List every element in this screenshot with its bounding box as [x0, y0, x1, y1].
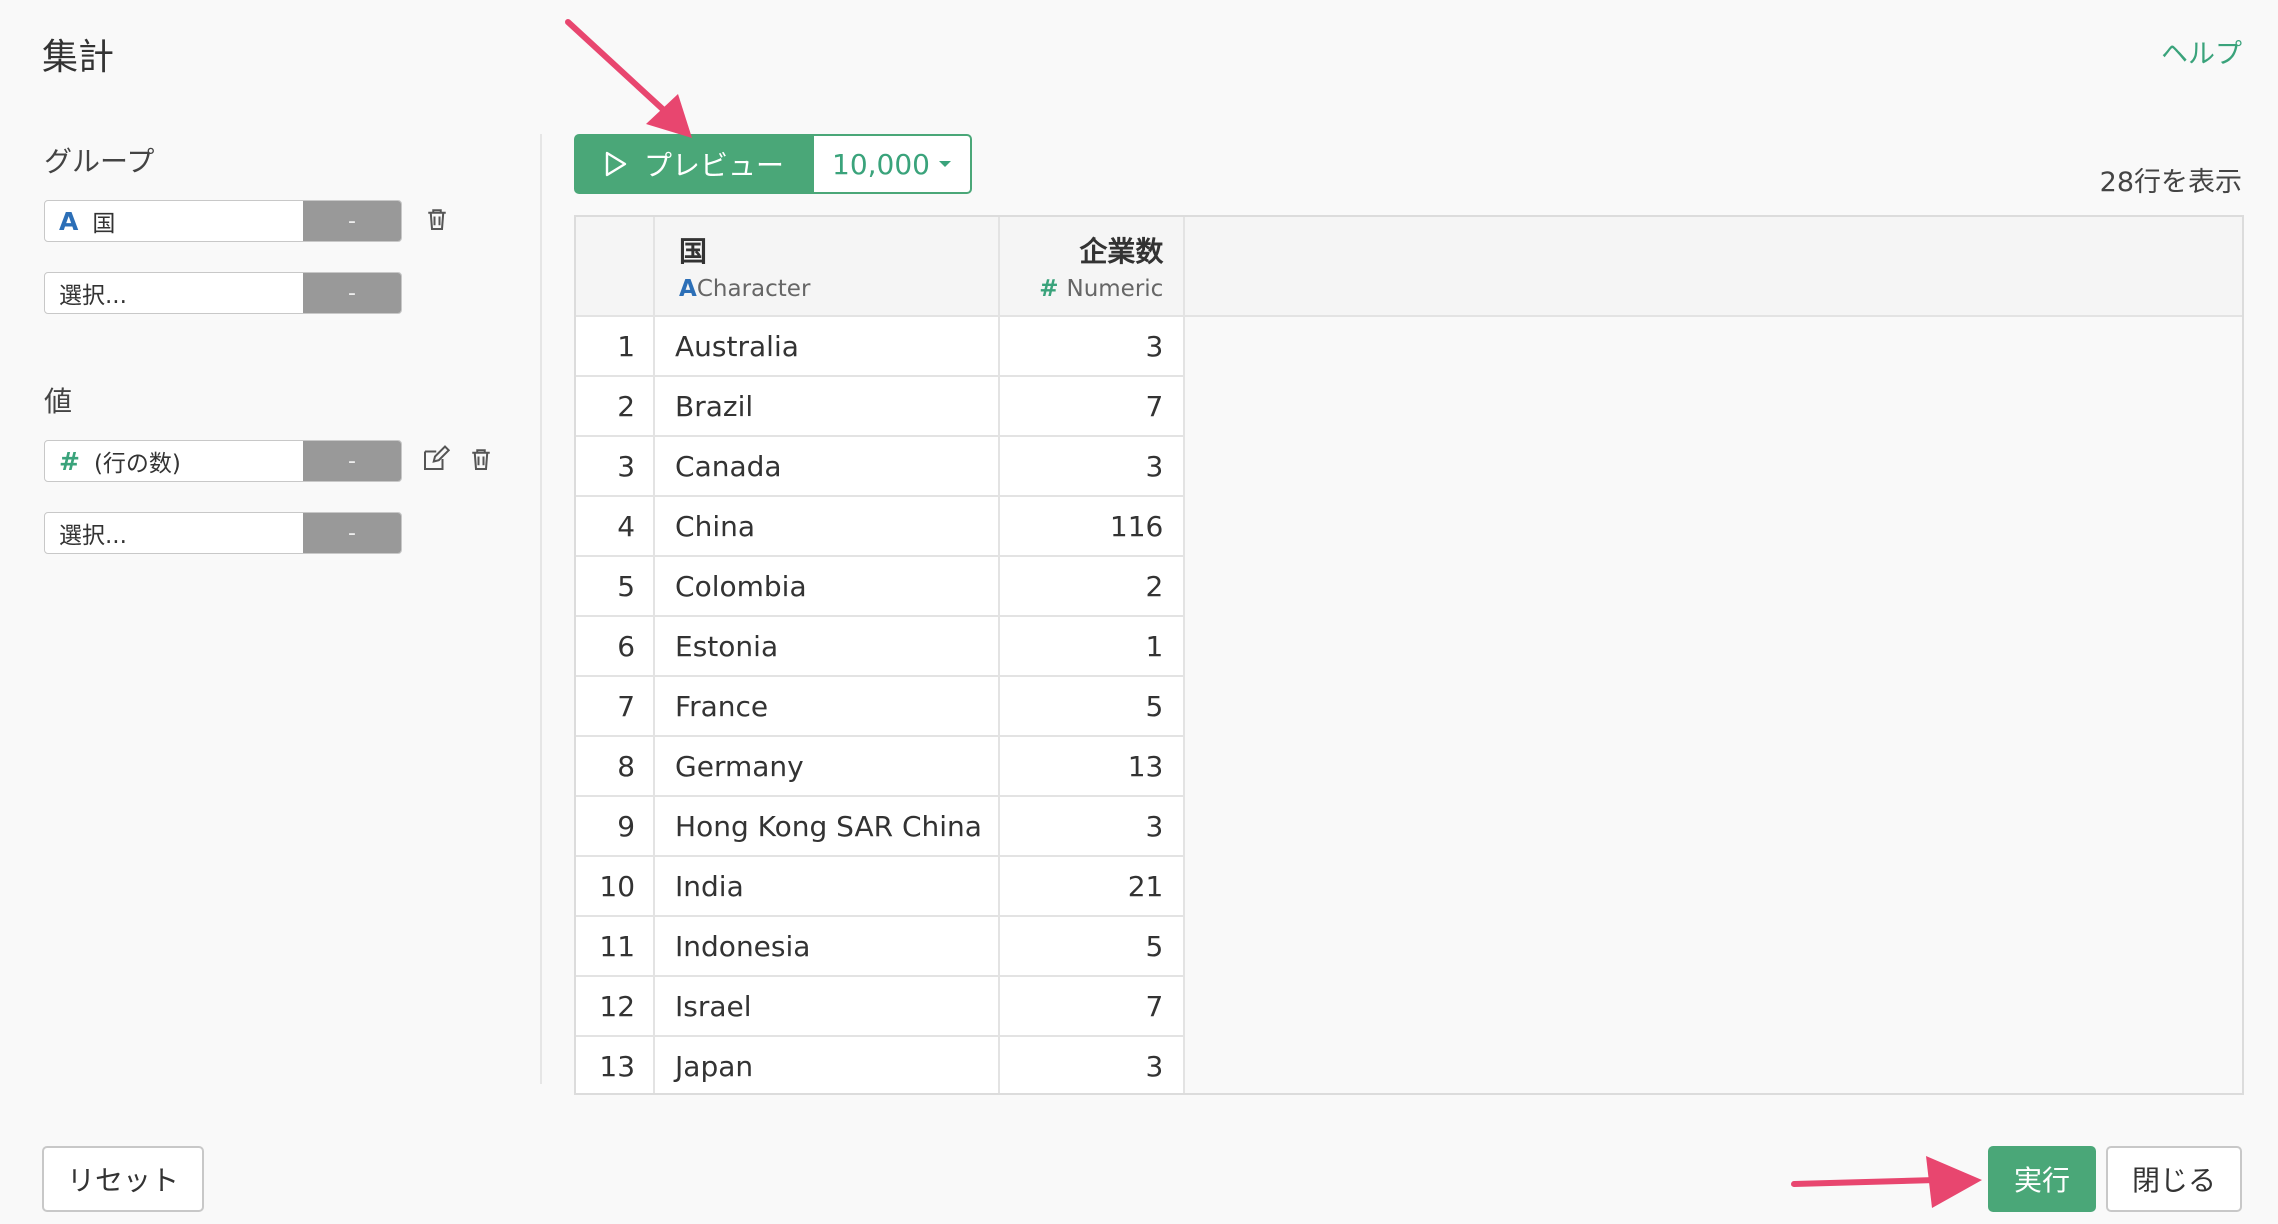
table-row: 1 Australia 3 — [576, 316, 2242, 1093]
country-cell: Estonia — [654, 616, 1000, 677]
trash-icon[interactable] — [466, 444, 496, 474]
company-count-cell: 5 — [999, 916, 1186, 977]
company-count-cell: 13 — [999, 736, 1186, 797]
value-field-dash-button[interactable]: - — [303, 441, 401, 481]
group-select-field[interactable]: 選択... - — [44, 272, 402, 314]
empty-header — [1184, 217, 2242, 317]
group-section-label: グループ — [44, 145, 155, 178]
page-title: 集計 — [42, 37, 115, 78]
country-cell: Germany — [654, 736, 1000, 797]
group-select-dash-button[interactable]: - — [303, 273, 401, 313]
row-index: 6 — [576, 616, 656, 677]
country-cell: Japan — [654, 1036, 1000, 1093]
panel-divider — [540, 134, 542, 1084]
group-field-value: 国 — [92, 211, 116, 237]
column-type: # Numeric — [1001, 276, 1163, 302]
row-index: 13 — [576, 1036, 656, 1093]
close-button[interactable]: 閉じる — [2106, 1146, 2242, 1212]
country-cell: Australia — [654, 316, 1000, 377]
row-index: 7 — [576, 676, 656, 737]
group-select-placeholder: 選択... — [59, 283, 127, 309]
edit-icon[interactable] — [420, 444, 451, 474]
caret-down-icon — [938, 161, 951, 167]
preview-button[interactable]: プレビュー — [574, 134, 814, 194]
value-select-dash-button[interactable]: - — [303, 513, 401, 553]
country-cell: France — [654, 676, 1000, 737]
reset-button[interactable]: リセット — [42, 1146, 204, 1212]
annotation-arrow-icon — [565, 19, 692, 138]
preview-table: 国 ACharacter 企業数 # Numeric 1 Australia 3 2 Br… — [574, 215, 2244, 1095]
column-name: 企業数 — [1079, 235, 1164, 268]
value-select-field[interactable]: 選択... - — [44, 512, 402, 554]
trash-icon[interactable] — [422, 204, 452, 234]
company-count-cell: 3 — [999, 316, 1186, 377]
run-button[interactable]: 実行 — [1988, 1146, 2096, 1212]
country-cell: Indonesia — [654, 916, 1000, 977]
row-count-text: 28行を表示 — [2099, 167, 2242, 198]
preview-toolbar: プレビュー 10,000 — [574, 134, 972, 194]
company-count-cell: 3 — [999, 796, 1186, 857]
column-type: ACharacter — [679, 276, 997, 302]
row-index: 8 — [576, 736, 656, 797]
country-cell: Israel — [654, 976, 1000, 1037]
company-count-cell: 3 — [999, 436, 1186, 497]
empty-area — [1184, 316, 2242, 1093]
row-limit-value: 10,000 — [832, 147, 930, 181]
company-count-cell: 7 — [999, 976, 1186, 1037]
country-cell: Hong Kong SAR China — [654, 796, 1000, 857]
column-name: 国 — [679, 235, 708, 268]
country-cell: India — [654, 856, 1000, 917]
country-cell: Colombia — [654, 556, 1000, 617]
column-header-country[interactable]: 国 ACharacter — [654, 217, 1000, 317]
preview-label: プレビュー — [643, 149, 784, 182]
value-select-placeholder: 選択... — [59, 523, 127, 549]
company-count-cell: 7 — [999, 376, 1186, 437]
column-header-company-count[interactable]: 企業数 # Numeric — [999, 217, 1186, 317]
country-cell: Canada — [654, 436, 1000, 497]
company-count-cell: 1 — [999, 616, 1186, 677]
company-count-cell: 3 — [999, 1036, 1186, 1093]
country-cell: Brazil — [654, 376, 1000, 437]
column-type-label: Numeric — [1066, 276, 1164, 302]
company-count-cell: 116 — [999, 496, 1186, 557]
value-field-value: (行の数) — [93, 451, 181, 477]
play-icon — [605, 151, 627, 177]
row-index: 4 — [576, 496, 656, 557]
row-index: 2 — [576, 376, 656, 437]
numeric-type-icon: # — [1039, 276, 1059, 302]
row-index: 5 — [576, 556, 656, 617]
company-count-cell: 21 — [999, 856, 1186, 917]
company-count-cell: 2 — [999, 556, 1186, 617]
column-type-label: Character — [696, 276, 811, 302]
index-header — [576, 217, 656, 317]
row-index: 1 — [576, 316, 656, 377]
value-section-label: 値 — [44, 385, 73, 418]
row-index: 3 — [576, 436, 656, 497]
table-body: 1 Australia 3 2 Brazil 7 3 Canada 3 4 China 116 5 Col… — [576, 316, 2242, 1093]
row-index: 9 — [576, 796, 656, 857]
help-link[interactable]: ヘルプ — [2161, 32, 2242, 71]
row-index: 11 — [576, 916, 656, 977]
row-index: 10 — [576, 856, 656, 917]
row-limit-dropdown[interactable]: 10,000 — [814, 134, 972, 194]
character-type-icon: A — [679, 276, 697, 302]
character-type-icon: A — [59, 206, 79, 236]
country-cell: China — [654, 496, 1000, 557]
group-field-country[interactable]: A 国 - — [44, 200, 402, 242]
value-field-row-count[interactable]: # (行の数) - — [44, 440, 402, 482]
annotation-arrow-icon — [1791, 1156, 1982, 1208]
group-field-dash-button[interactable]: - — [303, 201, 401, 241]
row-index: 12 — [576, 976, 656, 1037]
numeric-type-icon: # — [59, 446, 80, 476]
company-count-cell: 5 — [999, 676, 1186, 737]
